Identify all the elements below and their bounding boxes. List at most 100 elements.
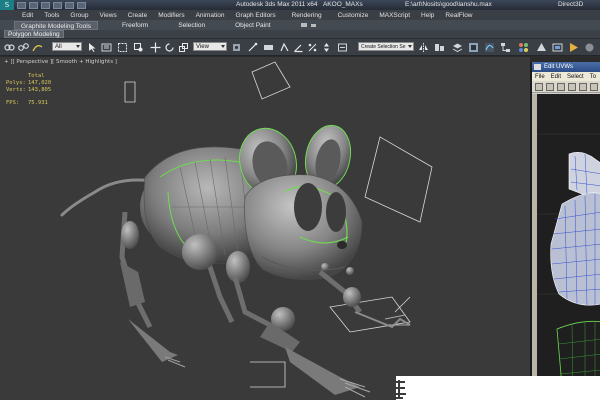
polygon-modeling-panel[interactable]: Polygon Modeling	[4, 30, 64, 38]
spinner-snap-icon[interactable]	[321, 42, 332, 53]
renderer-label: Direct3D	[558, 1, 584, 8]
file-path: E:\art\Nosits\good\lanshu.max	[405, 1, 492, 8]
menu-graph-editors[interactable]: Graph Editors	[236, 12, 276, 19]
snap-toggle-icon[interactable]	[279, 42, 290, 53]
open-file-icon[interactable]	[29, 1, 38, 9]
rendered-frame-window-icon[interactable]	[552, 42, 563, 53]
menu-bar: Edit Tools Group Views Create Modifiers …	[0, 10, 600, 20]
menu-maxscript[interactable]: MAXScript	[379, 12, 410, 19]
mirror-icon[interactable]	[418, 42, 429, 53]
redo-icon[interactable]	[65, 1, 74, 9]
select-by-name-icon[interactable]	[101, 42, 112, 53]
layer-manager-icon[interactable]	[452, 42, 463, 53]
named-selection-sets-value: Create Selection Se	[361, 44, 406, 50]
keyboard-shortcut-icon[interactable]	[263, 42, 274, 53]
menu-views[interactable]: Views	[99, 12, 116, 19]
curve-editor-icon[interactable]	[484, 42, 495, 53]
stats-polys-label: Polys:	[6, 80, 26, 86]
move-icon[interactable]	[150, 42, 161, 53]
rotate-icon[interactable]	[164, 42, 175, 53]
uvw-mesh	[537, 94, 600, 400]
tab-freeform[interactable]: Freeform	[116, 21, 154, 30]
edit-uvws-window[interactable]: Edit UVWs File Edit Select To	[530, 62, 600, 400]
tab-selection[interactable]: Selection	[172, 21, 211, 30]
angle-snap-icon[interactable]	[293, 42, 304, 53]
new-file-icon[interactable]	[17, 1, 26, 9]
select-manipulate-icon[interactable]	[247, 42, 258, 53]
selection-filter-dropdown[interactable]: All	[52, 42, 82, 51]
ribbon-tab-bar: Graphite Modeling Tools Freeform Selecti…	[0, 20, 600, 30]
title-bar: S Autodesk 3ds Max 2011 x64 AKOO_MAXs E:…	[0, 0, 600, 10]
uvw-menu-select[interactable]: Select	[567, 74, 584, 80]
material-editor-icon[interactable]	[518, 42, 529, 53]
save-file-icon[interactable]	[41, 1, 50, 9]
menu-customize[interactable]: Customize	[338, 12, 369, 19]
uvw-editor-canvas[interactable]	[537, 94, 600, 400]
ribbon-options-icon[interactable]	[300, 23, 307, 27]
edit-uvws-title-bar[interactable]: Edit UVWs	[532, 62, 600, 72]
menu-group[interactable]: Group	[70, 12, 88, 19]
uvw-move-icon[interactable]	[535, 83, 543, 91]
viewport-statistics: Total Polys: 147,020 Verts: 143,805 FPS: 75…	[6, 73, 51, 107]
uvw-menu-tools[interactable]: To	[590, 74, 596, 80]
edit-uvws-title: Edit UVWs	[544, 64, 574, 70]
graphite-toggle-icon[interactable]	[468, 42, 479, 53]
named-selection-sets-dropdown[interactable]: Create Selection Se	[358, 42, 414, 51]
tab-object-paint[interactable]: Object Paint	[229, 21, 276, 30]
menu-edit[interactable]: Edit	[22, 12, 33, 19]
uvw-rotate-icon[interactable]	[546, 83, 554, 91]
stats-verts-label: Verts:	[6, 87, 26, 93]
unlink-icon[interactable]	[18, 42, 29, 53]
stats-polys-value: 147,020	[28, 80, 52, 86]
uvw-scale-icon[interactable]	[557, 83, 565, 91]
menu-tools[interactable]: Tools	[44, 12, 59, 19]
uvw-options-icon[interactable]	[590, 83, 598, 91]
window-crossing-icon[interactable]	[133, 42, 144, 53]
reference-coordinate-value: View	[196, 44, 209, 50]
stats-verts-value: 143,805	[28, 87, 52, 93]
uvw-mirror-icon[interactable]	[579, 83, 587, 91]
scale-icon[interactable]	[178, 42, 189, 53]
uvw-freeform-icon[interactable]	[568, 83, 576, 91]
stats-fps-value: 75.931	[28, 100, 48, 106]
edit-uvws-toolbar	[532, 81, 600, 93]
menu-realflow[interactable]: RealFlow	[445, 12, 472, 19]
uvw-menu-edit[interactable]: Edit	[551, 74, 561, 80]
menu-rendering[interactable]: Rendering	[292, 12, 322, 19]
ribbon-minimize-icon[interactable]	[310, 23, 316, 27]
edit-uvws-menu-bar: File Edit Select To	[532, 72, 600, 81]
percent-snap-icon[interactable]	[307, 42, 318, 53]
undo-icon[interactable]	[53, 1, 62, 9]
pivot-icon[interactable]	[231, 42, 242, 53]
main-toolbar: All View Create Selection Se	[0, 38, 600, 56]
window-title: Autodesk 3ds Max 2011 x64 AKOO_MAXs	[236, 1, 363, 8]
robot-mouse-hip	[182, 234, 218, 270]
viewport-label[interactable]: + ][ Perspective ][ Smooth + Highlights …	[4, 59, 117, 65]
perspective-viewport[interactable]: + ][ Perspective ][ Smooth + Highlights …	[0, 57, 530, 400]
align-icon[interactable]	[434, 42, 445, 53]
uvw-menu-file[interactable]: File	[535, 74, 545, 80]
project-folder-icon[interactable]	[77, 1, 86, 9]
render-iterative-icon[interactable]	[584, 42, 595, 53]
menu-create[interactable]: Create	[128, 12, 148, 19]
tab-graphite-modeling-tools[interactable]: Graphite Modeling Tools	[14, 20, 98, 30]
menu-modifiers[interactable]: Modifiers	[158, 12, 184, 19]
menu-animation[interactable]: Animation	[196, 12, 225, 19]
render-setup-icon[interactable]	[536, 42, 547, 53]
reference-coordinate-dropdown[interactable]: View	[193, 42, 227, 51]
link-icon[interactable]	[4, 42, 15, 53]
bind-space-warp-icon[interactable]	[32, 42, 43, 53]
select-object-icon[interactable]	[87, 42, 98, 53]
schematic-view-icon[interactable]	[500, 42, 511, 53]
edit-named-selection-icon[interactable]	[337, 42, 348, 53]
watermark-logo	[392, 380, 406, 399]
project-name: AKOO_MAXs	[322, 1, 363, 8]
watermark-area	[396, 376, 600, 400]
3ds-max-logo-icon[interactable]: S	[0, 0, 14, 10]
rect-region-icon[interactable]	[117, 42, 128, 53]
viewport-scene[interactable]	[0, 57, 530, 400]
selection-filter-value: All	[55, 44, 62, 50]
render-production-icon[interactable]	[568, 42, 579, 53]
stats-fps-label: FPS:	[6, 100, 20, 106]
menu-help[interactable]: Help	[421, 12, 434, 19]
